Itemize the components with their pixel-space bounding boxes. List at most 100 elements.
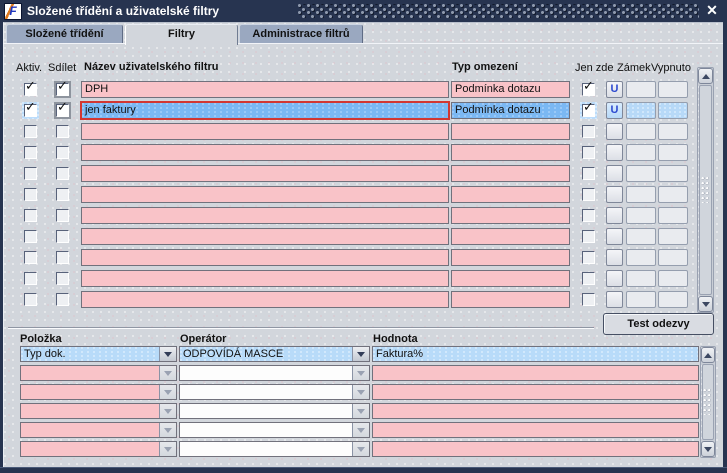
tab-slozene-trideni[interactable]: Složené třídění <box>6 24 123 43</box>
filter-name-field[interactable] <box>81 207 449 224</box>
lock-button[interactable]: U <box>606 81 623 98</box>
item-dropdown[interactable] <box>20 384 177 400</box>
scroll-up-icon[interactable] <box>701 347 715 363</box>
filter-name-field[interactable] <box>81 291 449 308</box>
titlebar[interactable]: F Složené třídění a uživatelské filtry ✕ <box>0 0 727 22</box>
only-here-checkbox[interactable] <box>580 207 597 224</box>
filter-name-field[interactable] <box>81 186 449 203</box>
lock-button[interactable] <box>606 144 623 161</box>
close-icon[interactable]: ✕ <box>704 2 720 18</box>
operator-dropdown[interactable] <box>179 365 370 381</box>
only-here-checkbox[interactable] <box>580 228 597 245</box>
restriction-type-field[interactable]: Podmínka dotazu <box>451 102 570 119</box>
item-dropdown[interactable] <box>20 365 177 381</box>
off-field[interactable] <box>658 102 688 119</box>
off-field[interactable] <box>658 165 688 182</box>
scroll-down-icon[interactable] <box>698 296 713 312</box>
active-checkbox[interactable] <box>22 228 39 245</box>
value-field[interactable] <box>372 422 699 438</box>
only-here-checkbox[interactable] <box>580 186 597 203</box>
active-checkbox[interactable] <box>22 80 39 98</box>
lock-button[interactable] <box>606 228 623 245</box>
active-checkbox[interactable] <box>22 123 39 140</box>
restriction-type-field[interactable] <box>451 207 570 224</box>
off-field[interactable] <box>658 207 688 224</box>
off-field[interactable] <box>658 291 688 308</box>
shared-checkbox[interactable] <box>54 228 71 245</box>
lock-button[interactable] <box>606 165 623 182</box>
item-dropdown[interactable] <box>20 441 177 457</box>
shared-checkbox[interactable] <box>54 207 71 224</box>
dropdown-arrow-icon[interactable] <box>352 442 369 456</box>
only-here-checkbox[interactable] <box>580 123 597 140</box>
active-checkbox[interactable] <box>22 186 39 203</box>
active-checkbox[interactable] <box>22 291 39 308</box>
only-here-checkbox[interactable] <box>580 101 597 119</box>
dropdown-arrow-icon[interactable] <box>159 423 176 437</box>
value-field[interactable] <box>372 441 699 457</box>
dropdown-arrow-icon[interactable] <box>159 404 176 418</box>
lock-button[interactable] <box>606 270 623 287</box>
scroll-up-icon[interactable] <box>698 68 713 84</box>
operator-dropdown[interactable] <box>179 422 370 438</box>
dropdown-arrow-icon[interactable] <box>159 385 176 399</box>
shared-checkbox[interactable] <box>54 144 71 161</box>
restriction-type-field[interactable] <box>451 228 570 245</box>
filter-name-field[interactable] <box>81 228 449 245</box>
value-field[interactable] <box>372 403 699 419</box>
dropdown-arrow-icon[interactable] <box>352 385 369 399</box>
shared-checkbox[interactable] <box>54 80 71 98</box>
lock-field[interactable] <box>626 270 656 287</box>
restriction-type-field[interactable] <box>451 249 570 266</box>
lock-button[interactable]: U <box>606 102 623 119</box>
only-here-checkbox[interactable] <box>580 80 597 98</box>
value-field[interactable]: Faktura% <box>372 346 699 362</box>
lock-field[interactable] <box>626 207 656 224</box>
dropdown-arrow-icon[interactable] <box>159 366 176 380</box>
lock-field[interactable] <box>626 228 656 245</box>
lock-field[interactable] <box>626 81 656 98</box>
lock-field[interactable] <box>626 123 656 140</box>
filter-name-field[interactable] <box>81 270 449 287</box>
only-here-checkbox[interactable] <box>580 249 597 266</box>
filter-name-field[interactable]: jen faktury <box>81 102 449 119</box>
shared-checkbox[interactable] <box>54 165 71 182</box>
value-field[interactable] <box>372 384 699 400</box>
test-response-button[interactable]: Test odezvy <box>603 313 714 335</box>
operator-dropdown[interactable] <box>179 403 370 419</box>
off-field[interactable] <box>658 249 688 266</box>
item-dropdown[interactable]: Typ dok. <box>20 346 177 362</box>
scrollbar-thumb[interactable] <box>702 364 714 440</box>
lock-field[interactable] <box>626 144 656 161</box>
dropdown-arrow-icon[interactable] <box>159 347 176 361</box>
lock-field[interactable] <box>626 249 656 266</box>
off-field[interactable] <box>658 270 688 287</box>
tab-filtry[interactable]: Filtry <box>125 24 238 45</box>
shared-checkbox[interactable] <box>54 291 71 308</box>
restriction-type-field[interactable] <box>451 270 570 287</box>
dropdown-arrow-icon[interactable] <box>352 366 369 380</box>
lock-field[interactable] <box>626 165 656 182</box>
lock-button[interactable] <box>606 186 623 203</box>
only-here-checkbox[interactable] <box>580 291 597 308</box>
lock-button[interactable] <box>606 249 623 266</box>
filter-name-field[interactable] <box>81 144 449 161</box>
scroll-down-icon[interactable] <box>701 441 715 457</box>
shared-checkbox[interactable] <box>54 186 71 203</box>
restriction-type-field[interactable] <box>451 144 570 161</box>
lock-field[interactable] <box>626 291 656 308</box>
active-checkbox[interactable] <box>22 101 39 119</box>
active-checkbox[interactable] <box>22 207 39 224</box>
off-field[interactable] <box>658 228 688 245</box>
filters-scrollbar[interactable] <box>697 67 714 313</box>
shared-checkbox[interactable] <box>54 123 71 140</box>
off-field[interactable] <box>658 123 688 140</box>
active-checkbox[interactable] <box>22 270 39 287</box>
operator-dropdown[interactable] <box>179 441 370 457</box>
operator-dropdown[interactable] <box>179 384 370 400</box>
filter-name-field[interactable] <box>81 123 449 140</box>
lock-button[interactable] <box>606 123 623 140</box>
scrollbar-thumb[interactable] <box>699 85 712 295</box>
dropdown-arrow-icon[interactable] <box>352 347 369 361</box>
restriction-type-field[interactable] <box>451 186 570 203</box>
